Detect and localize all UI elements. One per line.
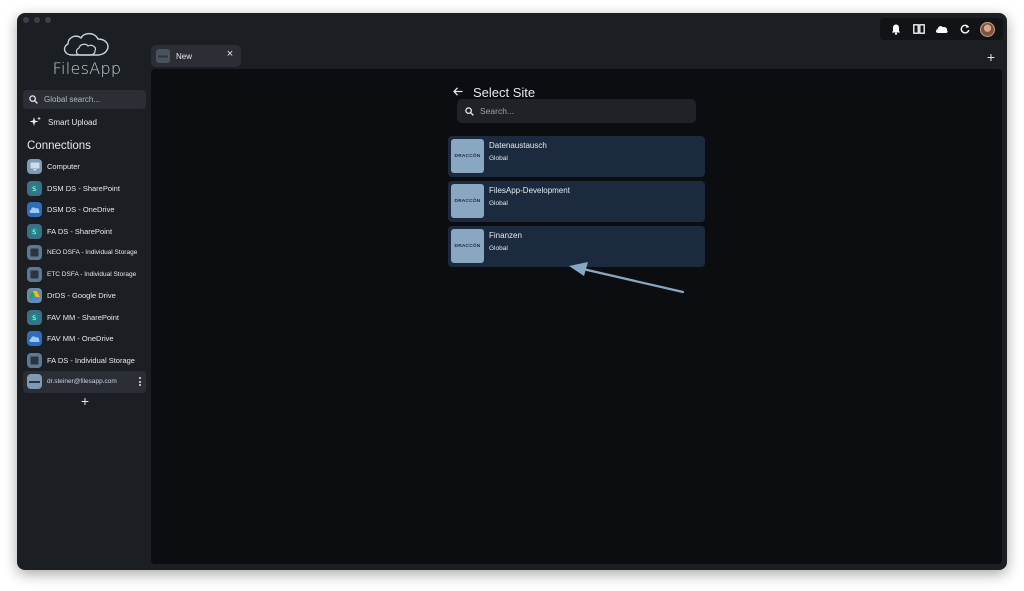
onedrive-icon — [27, 331, 42, 347]
smart-upload-button[interactable]: Smart Upload — [29, 116, 97, 128]
new-tab-button[interactable]: + — [985, 49, 997, 65]
sparkle-icon — [29, 116, 41, 126]
site-info: Datenaustausch Global — [489, 141, 547, 162]
site-thumbnail: DRACCŌN — [451, 184, 484, 218]
sharepoint-icon: S — [27, 180, 42, 196]
site-card[interactable]: DRACCŌN Datenaustausch Global — [448, 136, 705, 177]
bell-icon[interactable] — [888, 21, 904, 37]
cloud-logo-icon — [63, 32, 109, 56]
svg-text:S: S — [32, 315, 36, 322]
connection-item[interactable]: FAV MM - OneDrive — [23, 328, 146, 350]
storage-icon — [27, 245, 42, 261]
sharepoint-icon: S — [27, 223, 42, 239]
connection-label: FAV MM - SharePoint — [47, 312, 119, 322]
connection-label: dr.steiner@filesapp.com — [47, 378, 117, 386]
connection-item[interactable]: DSM DS - OneDrive — [23, 199, 146, 221]
connection-item-content: dr.steiner@filesapp.com — [27, 374, 117, 390]
more-options-icon[interactable] — [139, 377, 141, 387]
user-avatar-button[interactable] — [980, 21, 996, 37]
computer-icon — [27, 159, 42, 175]
connection-label: Computer — [47, 162, 80, 172]
connection-item-selected[interactable]: dr.steiner@filesapp.com — [23, 371, 146, 393]
global-search[interactable] — [23, 90, 146, 109]
global-search-input[interactable] — [44, 95, 134, 104]
connection-item[interactable]: ETC DSFA - Individual Storage — [23, 264, 146, 286]
sidebar: FilesApp Smart Upload Connections Comput… — [17, 13, 151, 570]
app-logo: FilesApp — [37, 31, 137, 83]
site-search[interactable] — [457, 99, 696, 123]
connection-item[interactable]: S FAV MM - SharePoint — [23, 307, 146, 329]
svg-text:S: S — [32, 229, 36, 236]
storage-icon — [27, 266, 42, 282]
top-toolbar — [880, 18, 1003, 40]
page-title: Select Site — [473, 84, 536, 100]
connections-title: Connections — [27, 140, 91, 152]
connection-label: ETC DSFA - Individual Storage — [47, 270, 137, 278]
onedrive-icon — [27, 202, 42, 218]
avatar — [980, 21, 995, 37]
connection-label: DSM DS - SharePoint — [47, 183, 120, 193]
site-scope: Global — [489, 155, 508, 162]
site-card[interactable]: DRACCŌN Finanzen Global — [448, 226, 705, 267]
add-connection-button[interactable]: + — [79, 394, 91, 408]
app-name: FilesApp — [52, 59, 122, 78]
site-name: Finanzen — [489, 231, 522, 240]
svg-text:S: S — [32, 186, 36, 193]
connection-label: FAV MM - OneDrive — [47, 334, 114, 344]
connection-item[interactable]: DrDS - Google Drive — [23, 285, 146, 307]
site-search-input[interactable] — [480, 106, 680, 116]
site-card[interactable]: DRACCŌN FilesApp-Development Global — [448, 181, 705, 222]
tab-label: New — [176, 51, 193, 61]
connection-item[interactable]: S FA DS - SharePoint — [23, 221, 146, 243]
storage-icon — [27, 352, 42, 368]
google-drive-icon — [27, 288, 42, 304]
connection-label: DSM DS - OneDrive — [47, 205, 115, 215]
connection-label: DrDS - Google Drive — [47, 291, 116, 301]
columns-icon[interactable] — [911, 21, 927, 37]
site-scope: Global — [489, 245, 508, 252]
account-icon — [27, 374, 42, 390]
cloud-icon[interactable] — [934, 21, 950, 37]
main-panel: Select Site DRACCŌN Datenaustausch Globa… — [151, 69, 1002, 564]
tab-new[interactable]: New × — [151, 45, 241, 67]
site-name: FilesApp-Development — [489, 186, 570, 195]
connection-item[interactable]: FA DS - Individual Storage — [23, 350, 146, 372]
site-info: Finanzen Global — [489, 231, 522, 252]
site-list: DRACCŌN Datenaustausch Global DRACCŌN Fi… — [448, 136, 705, 271]
smart-upload-label: Smart Upload — [48, 117, 97, 127]
connections-list: Computer S DSM DS - SharePoint DSM DS - … — [23, 156, 146, 393]
site-info: FilesApp-Development Global — [489, 186, 570, 207]
tab-close-icon[interactable]: × — [225, 48, 235, 60]
search-icon — [29, 95, 38, 104]
connection-item[interactable]: S DSM DS - SharePoint — [23, 178, 146, 200]
app-window: FilesApp Smart Upload Connections Comput… — [17, 13, 1007, 570]
connection-label: FA DS - Individual Storage — [47, 355, 135, 365]
site-thumbnail: DRACCŌN — [451, 139, 484, 173]
refresh-icon[interactable] — [957, 21, 973, 37]
site-name: Datenaustausch — [489, 141, 547, 150]
connection-label: FA DS - SharePoint — [47, 226, 113, 236]
tab-thumbnail-icon — [156, 49, 170, 63]
site-thumbnail: DRACCŌN — [451, 229, 484, 263]
site-scope: Global — [489, 200, 508, 207]
connection-item[interactable]: NEO DSFA - Individual Storage — [23, 242, 146, 264]
connection-label: NEO DSFA - Individual Storage — [47, 249, 138, 257]
connection-item[interactable]: Computer — [23, 156, 146, 178]
sharepoint-icon: S — [27, 309, 42, 325]
search-icon — [465, 106, 474, 116]
